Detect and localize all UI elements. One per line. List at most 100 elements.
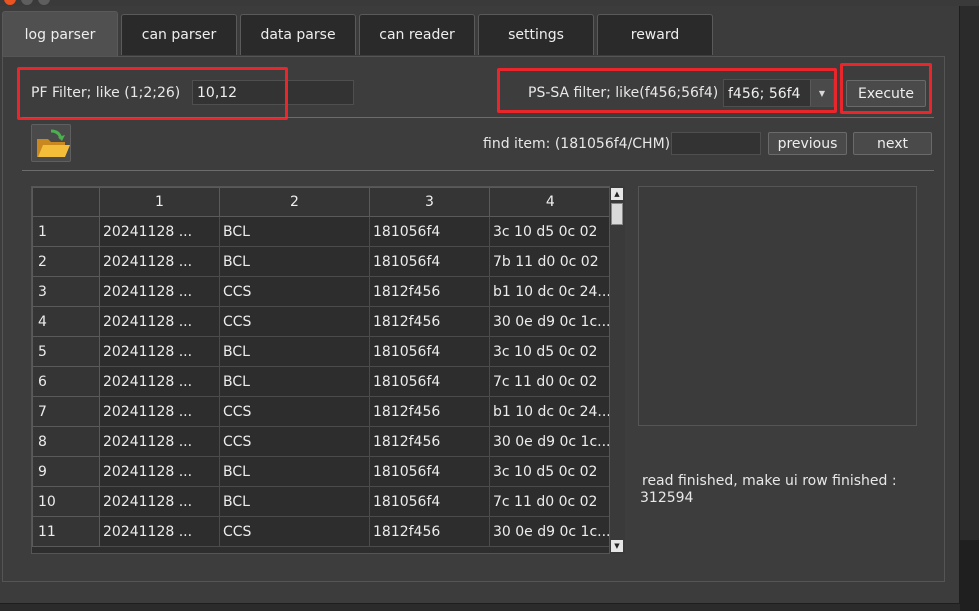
table-cell[interactable]: 3c 10 d5 0c 02 bbox=[489, 336, 612, 367]
row-header[interactable]: 9 bbox=[32, 456, 100, 487]
table-cell[interactable]: 20241128 ... bbox=[99, 486, 220, 517]
divider bbox=[22, 170, 934, 171]
column-header[interactable]: 3 bbox=[369, 187, 490, 217]
tab-label: can parser bbox=[141, 27, 217, 43]
table-cell[interactable]: BCL bbox=[219, 456, 370, 487]
table-cell[interactable]: 7c 11 d0 0c 02 bbox=[489, 366, 612, 397]
table-cell[interactable]: 1812f456 bbox=[369, 396, 490, 427]
close-window-icon[interactable] bbox=[4, 0, 16, 5]
table-cell[interactable]: 20241128 ... bbox=[99, 306, 220, 337]
tab-label: data parse bbox=[260, 27, 336, 43]
table-row[interactable]: 1 20241128 ... BCL 181056f4 3c 10 d5 0c 02 bbox=[32, 216, 612, 247]
table-cell[interactable]: CCS bbox=[219, 396, 370, 427]
row-header[interactable]: 3 bbox=[32, 276, 100, 307]
table-row[interactable]: 2 20241128 ... BCL 181056f4 7b 11 d0 0c 02 bbox=[32, 246, 612, 277]
table-row[interactable]: 4 20241128 ... CCS 1812f456 30 0e d9 0c 1c..… bbox=[32, 306, 612, 337]
table-row[interactable]: 10 20241128 ... BCL 181056f4 7c 11 d0 0c 02 bbox=[32, 486, 612, 517]
table-cell[interactable]: BCL bbox=[219, 486, 370, 517]
table-cell[interactable]: CCS bbox=[219, 516, 370, 547]
table-cell[interactable]: CCS bbox=[219, 426, 370, 457]
table-cell[interactable]: 7c 11 d0 0c 02 bbox=[489, 486, 612, 517]
row-header[interactable]: 8 bbox=[32, 426, 100, 457]
tab-reward[interactable]: reward bbox=[597, 14, 713, 55]
row-header[interactable]: 5 bbox=[32, 336, 100, 367]
table-cell[interactable]: 181056f4 bbox=[369, 336, 490, 367]
table-cell[interactable]: 3c 10 d5 0c 02 bbox=[489, 216, 612, 247]
table-cell[interactable]: 20241128 ... bbox=[99, 396, 220, 427]
execute-highlight bbox=[840, 63, 932, 114]
table-cell[interactable]: b1 10 dc 0c 24... bbox=[489, 396, 612, 427]
tab-label: reward bbox=[630, 27, 680, 43]
previous-button[interactable]: previous bbox=[768, 132, 847, 155]
log-grid: 1 2 3 4 1 20241128 ... BCL 181056f4 3c 10 d5… bbox=[32, 187, 612, 547]
minimize-window-icon[interactable] bbox=[21, 0, 33, 5]
table-cell[interactable]: 1812f456 bbox=[369, 516, 490, 547]
next-button-label: next bbox=[876, 135, 908, 152]
column-header[interactable]: 1 bbox=[99, 187, 220, 217]
tab-can-parser[interactable]: can parser bbox=[121, 14, 237, 55]
table-cell[interactable]: 20241128 ... bbox=[99, 216, 220, 247]
table-cell[interactable]: BCL bbox=[219, 336, 370, 367]
table-row[interactable]: 11 20241128 ... CCS 1812f456 30 0e d9 0c 1c.… bbox=[32, 516, 612, 547]
table-cell[interactable]: b1 10 dc 0c 24... bbox=[489, 276, 612, 307]
column-header[interactable]: 4 bbox=[489, 187, 612, 217]
table-row[interactable]: 7 20241128 ... CCS 1812f456 b1 10 dc 0c 24..… bbox=[32, 396, 612, 427]
table-row[interactable]: 3 20241128 ... CCS 1812f456 b1 10 dc 0c 24..… bbox=[32, 276, 612, 307]
tab-can-reader[interactable]: can reader bbox=[359, 14, 475, 55]
open-file-button[interactable] bbox=[31, 124, 71, 162]
row-header[interactable]: 7 bbox=[32, 396, 100, 427]
table-row[interactable]: 9 20241128 ... BCL 181056f4 3c 10 d5 0c 02 bbox=[32, 456, 612, 487]
table-cell[interactable]: 181056f4 bbox=[369, 216, 490, 247]
table-row[interactable]: 6 20241128 ... BCL 181056f4 7c 11 d0 0c 02 bbox=[32, 366, 612, 397]
table-cell[interactable]: 181056f4 bbox=[369, 486, 490, 517]
table-cell[interactable]: 1812f456 bbox=[369, 276, 490, 307]
scroll-thumb[interactable] bbox=[611, 203, 623, 225]
table-cell[interactable]: BCL bbox=[219, 246, 370, 277]
table-cell[interactable]: 20241128 ... bbox=[99, 246, 220, 277]
table-cell[interactable]: 181056f4 bbox=[369, 246, 490, 277]
find-item-label: find item: (181056f4/CHM) bbox=[483, 136, 671, 152]
table-row[interactable]: 5 20241128 ... BCL 181056f4 3c 10 d5 0c 02 bbox=[32, 336, 612, 367]
table-cell[interactable]: 181056f4 bbox=[369, 456, 490, 487]
detail-view[interactable] bbox=[638, 186, 917, 426]
table-cell[interactable]: 1812f456 bbox=[369, 306, 490, 337]
column-header[interactable]: 2 bbox=[219, 187, 370, 217]
table-scrollbar[interactable]: ▲ ▼ bbox=[609, 186, 625, 554]
row-header[interactable]: 1 bbox=[32, 216, 100, 247]
row-header[interactable]: 6 bbox=[32, 366, 100, 397]
scroll-down-icon[interactable]: ▼ bbox=[611, 540, 623, 552]
log-table[interactable]: 1 2 3 4 1 20241128 ... BCL 181056f4 3c 10 d5… bbox=[31, 186, 625, 554]
table-cell[interactable]: 181056f4 bbox=[369, 366, 490, 397]
row-header[interactable]: 10 bbox=[32, 486, 100, 517]
table-cell[interactable]: 3c 10 d5 0c 02 bbox=[489, 456, 612, 487]
table-cell[interactable]: 1812f456 bbox=[369, 426, 490, 457]
find-item-input[interactable] bbox=[671, 132, 761, 155]
scroll-up-icon[interactable]: ▲ bbox=[611, 188, 623, 200]
table-cell[interactable]: 20241128 ... bbox=[99, 366, 220, 397]
table-cell[interactable]: CCS bbox=[219, 306, 370, 337]
table-cell[interactable]: 20241128 ... bbox=[99, 456, 220, 487]
table-cell[interactable]: 20241128 ... bbox=[99, 276, 220, 307]
tab-log-parser[interactable]: log parser bbox=[2, 11, 118, 57]
table-cell[interactable]: 30 0e d9 0c 1c... bbox=[489, 426, 612, 457]
previous-button-label: previous bbox=[777, 135, 838, 152]
table-cell[interactable]: 20241128 ... bbox=[99, 336, 220, 367]
row-header[interactable]: 11 bbox=[32, 516, 100, 547]
row-header[interactable]: 4 bbox=[32, 306, 100, 337]
table-cell[interactable]: 20241128 ... bbox=[99, 426, 220, 457]
tab-label: log parser bbox=[24, 26, 96, 43]
tab-data-parse[interactable]: data parse bbox=[240, 14, 356, 55]
table-cell[interactable]: 30 0e d9 0c 1c... bbox=[489, 516, 612, 547]
table-row[interactable]: 8 20241128 ... CCS 1812f456 30 0e d9 0c 1c..… bbox=[32, 426, 612, 457]
table-cell[interactable]: 30 0e d9 0c 1c... bbox=[489, 306, 612, 337]
table-cell[interactable]: 20241128 ... bbox=[99, 516, 220, 547]
table-cell[interactable]: BCL bbox=[219, 216, 370, 247]
table-cell[interactable]: 7b 11 d0 0c 02 bbox=[489, 246, 612, 277]
tab-settings[interactable]: settings bbox=[478, 14, 594, 55]
corner-header[interactable] bbox=[32, 187, 100, 217]
maximize-window-icon[interactable] bbox=[38, 0, 50, 5]
next-button[interactable]: next bbox=[853, 132, 932, 155]
row-header[interactable]: 2 bbox=[32, 246, 100, 277]
table-cell[interactable]: CCS bbox=[219, 276, 370, 307]
table-cell[interactable]: BCL bbox=[219, 366, 370, 397]
